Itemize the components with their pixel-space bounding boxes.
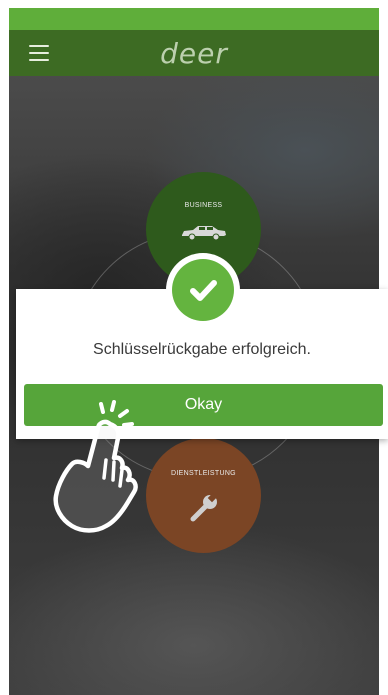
app-bar: deer [9, 30, 379, 76]
hamburger-icon[interactable] [29, 45, 49, 61]
wrench-icon [190, 493, 217, 522]
app-logo: deer [160, 36, 228, 70]
service-label: DIENSTLEISTUNG [171, 470, 236, 477]
car-icon [181, 226, 226, 241]
business-label: BUSINESS [184, 202, 223, 209]
success-badge [166, 253, 240, 327]
status-bar [9, 8, 379, 30]
check-icon [190, 280, 217, 301]
dialog-message: Schlüsselrückgabe erfolgreich. [93, 341, 311, 358]
tap-hand-icon [53, 400, 138, 533]
service-option[interactable]: DIENSTLEISTUNG [146, 438, 261, 553]
